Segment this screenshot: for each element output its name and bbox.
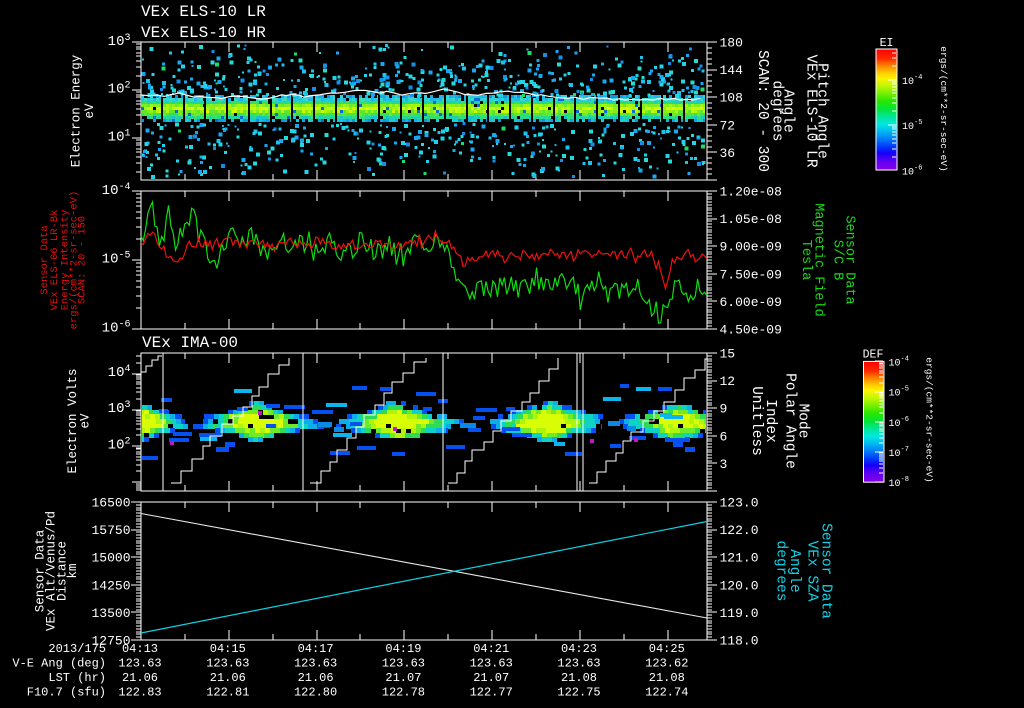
- svg-text:4.50e-09: 4.50e-09: [720, 323, 782, 338]
- svg-text:123.63: 123.63: [118, 657, 161, 671]
- svg-text:122.78: 122.78: [382, 686, 425, 700]
- svg-text:123.63: 123.63: [557, 657, 600, 671]
- svg-text:108: 108: [720, 91, 743, 106]
- svg-text:SCAN: 20 - 150: SCAN: 20 - 150: [76, 216, 88, 304]
- svg-text:VEx ELS-10 LR: VEx ELS-10 LR: [141, 3, 266, 21]
- svg-text:15750: 15750: [91, 523, 130, 538]
- svg-text:km: km: [66, 563, 80, 578]
- svg-text:ergs/(cm**2-sr-sec-eV): ergs/(cm**2-sr-sec-eV): [924, 357, 935, 482]
- svg-text:120.0: 120.0: [720, 578, 759, 593]
- svg-text:122.75: 122.75: [557, 686, 600, 700]
- svg-text:21.07: 21.07: [385, 671, 421, 685]
- svg-text:04:17: 04:17: [298, 642, 334, 656]
- svg-text:122.0: 122.0: [720, 523, 759, 538]
- svg-text:Electron Energy: Electron Energy: [69, 54, 83, 167]
- svg-text:123.63: 123.63: [382, 657, 425, 671]
- svg-text:LST (hr): LST (hr): [48, 671, 106, 685]
- svg-text:degrees: degrees: [773, 541, 789, 602]
- svg-text:6.00e-09: 6.00e-09: [720, 295, 782, 310]
- svg-text:VEx ELS-10 LR: VEx ELS-10 LR: [803, 54, 819, 167]
- svg-text:1.20e-08: 1.20e-08: [720, 185, 782, 200]
- svg-text:21.08: 21.08: [561, 671, 597, 685]
- svg-text:2013/175: 2013/175: [48, 642, 106, 656]
- svg-text:9.00e-09: 9.00e-09: [720, 240, 782, 255]
- svg-text:Unitless: Unitless: [748, 386, 764, 456]
- svg-text:121.0: 121.0: [720, 551, 759, 566]
- svg-text:123.0: 123.0: [720, 496, 759, 511]
- svg-text:122.81: 122.81: [206, 686, 249, 700]
- svg-text:S/C B: S/C B: [830, 240, 845, 281]
- svg-text:04:25: 04:25: [649, 642, 685, 656]
- svg-text:122.80: 122.80: [294, 686, 337, 700]
- svg-text:04:23: 04:23: [561, 642, 597, 656]
- svg-text:Polar Angle: Polar Angle: [782, 373, 798, 469]
- svg-text:04:21: 04:21: [473, 642, 509, 656]
- svg-text:118.0: 118.0: [720, 634, 759, 649]
- svg-text:3: 3: [720, 457, 728, 472]
- svg-text:eV: eV: [79, 413, 93, 429]
- svg-text:V-E Ang (deg): V-E Ang (deg): [12, 657, 106, 671]
- svg-text:13500: 13500: [91, 606, 130, 621]
- svg-text:eV: eV: [83, 103, 97, 119]
- svg-text:119.0: 119.0: [720, 606, 759, 621]
- svg-text:21.08: 21.08: [649, 671, 685, 685]
- svg-text:180: 180: [720, 36, 743, 51]
- svg-text:Tesla: Tesla: [798, 240, 813, 281]
- svg-text:122.77: 122.77: [470, 686, 513, 700]
- svg-text:36: 36: [720, 146, 736, 161]
- svg-text:12: 12: [720, 374, 736, 389]
- svg-text:6: 6: [720, 429, 728, 444]
- svg-text:VEx SZA: VEx SZA: [804, 541, 820, 602]
- svg-text:DEF: DEF: [863, 349, 884, 362]
- svg-text:1.05e-08: 1.05e-08: [720, 212, 782, 227]
- svg-text:123.63: 123.63: [206, 657, 249, 671]
- svg-text:122.83: 122.83: [118, 686, 161, 700]
- svg-text:SCAN: 20 - 300: SCAN: 20 - 300: [754, 50, 770, 172]
- svg-text:122.74: 122.74: [645, 686, 688, 700]
- svg-text:9: 9: [720, 402, 728, 417]
- svg-text:144: 144: [720, 63, 744, 78]
- svg-text:14250: 14250: [91, 578, 130, 593]
- svg-text:04:13: 04:13: [122, 642, 158, 656]
- svg-text:F10.7 (sfu): F10.7 (sfu): [27, 686, 106, 700]
- svg-text:04:15: 04:15: [210, 642, 246, 656]
- svg-text:7.50e-09: 7.50e-09: [720, 267, 782, 282]
- svg-text:ergs/(cm**2-sr-sec-eV): ergs/(cm**2-sr-sec-eV): [938, 46, 949, 171]
- svg-text:123.63: 123.63: [470, 657, 513, 671]
- svg-text:21.07: 21.07: [473, 671, 509, 685]
- svg-text:VEx ELS-10 HR: VEx ELS-10 HR: [141, 24, 266, 42]
- svg-text:123.62: 123.62: [645, 657, 688, 671]
- svg-text:123.63: 123.63: [294, 657, 337, 671]
- svg-text:15000: 15000: [91, 551, 130, 566]
- svg-text:04:19: 04:19: [385, 642, 421, 656]
- svg-text:15: 15: [720, 347, 736, 362]
- svg-text:21.06: 21.06: [122, 671, 158, 685]
- svg-text:72: 72: [720, 118, 736, 133]
- svg-text:16500: 16500: [91, 496, 130, 511]
- svg-text:VEx IMA-00: VEx IMA-00: [142, 334, 238, 352]
- svg-text:21.06: 21.06: [298, 671, 334, 685]
- svg-text:EI: EI: [880, 37, 894, 50]
- svg-text:21.06: 21.06: [210, 671, 246, 685]
